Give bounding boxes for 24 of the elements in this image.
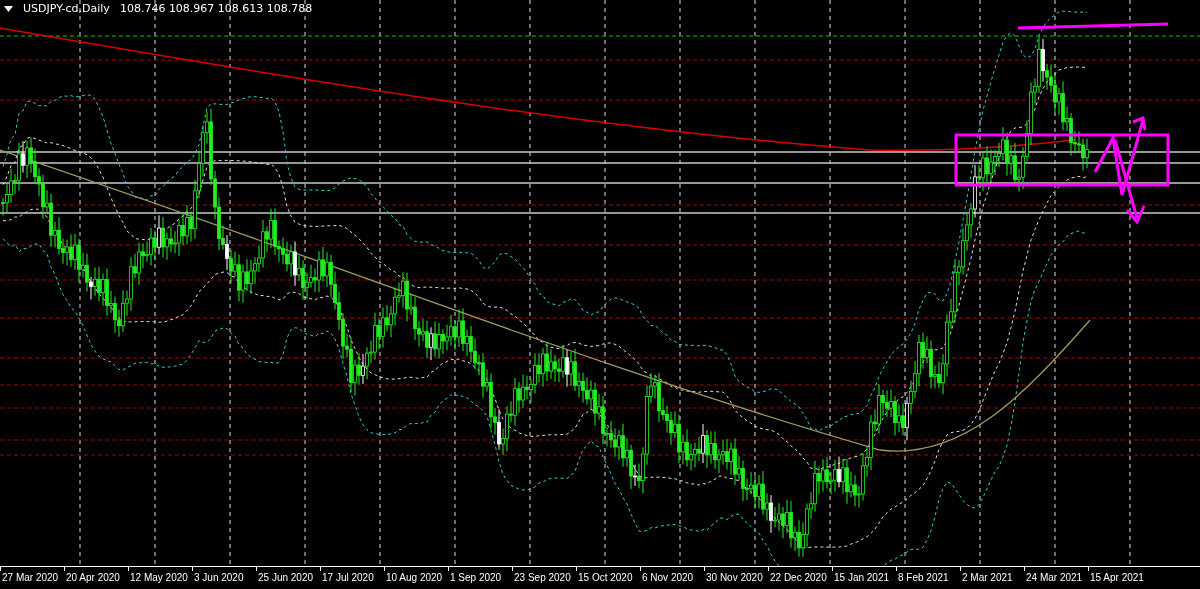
date-label: 27 Mar 2020 (2, 571, 59, 584)
zigzag-arrow-drawing[interactable] (1093, 115, 1147, 225)
date-label: 23 Sep 2020 (514, 571, 571, 584)
symbol-label: USDJPY-cd,Daily (23, 2, 110, 15)
date-label: 30 Nov 2020 (706, 571, 763, 584)
date-label: 10 Aug 2020 (386, 571, 443, 584)
date-label: 25 Jun 2020 (258, 571, 314, 584)
date-label: 12 May 2020 (130, 571, 188, 584)
date-label: 2 Mar 2021 (962, 571, 1013, 584)
date-label: 3 Jun 2020 (194, 571, 244, 584)
date-label: 15 Oct 2020 (578, 571, 633, 584)
date-label: 20 Apr 2020 (66, 571, 120, 584)
date-label: 1 Sep 2020 (450, 571, 502, 584)
dropdown-triangle-icon[interactable] (4, 5, 13, 12)
date-label: 8 Feb 2021 (898, 571, 949, 584)
date-label: 24 Mar 2021 (1026, 571, 1083, 584)
range-rectangle[interactable] (954, 133, 1170, 187)
date-label: 22 Dec 2020 (770, 571, 827, 584)
date-label: 17 Jul 2020 (322, 571, 374, 584)
date-label: 15 Jan 2021 (834, 571, 890, 584)
trend-line[interactable] (1017, 22, 1169, 30)
ohlc-values: 108.746 108.967 108.613 108.788 (119, 2, 313, 15)
date-label: 15 Apr 2021 (1090, 571, 1144, 584)
date-label: 6 Nov 2020 (642, 571, 694, 584)
